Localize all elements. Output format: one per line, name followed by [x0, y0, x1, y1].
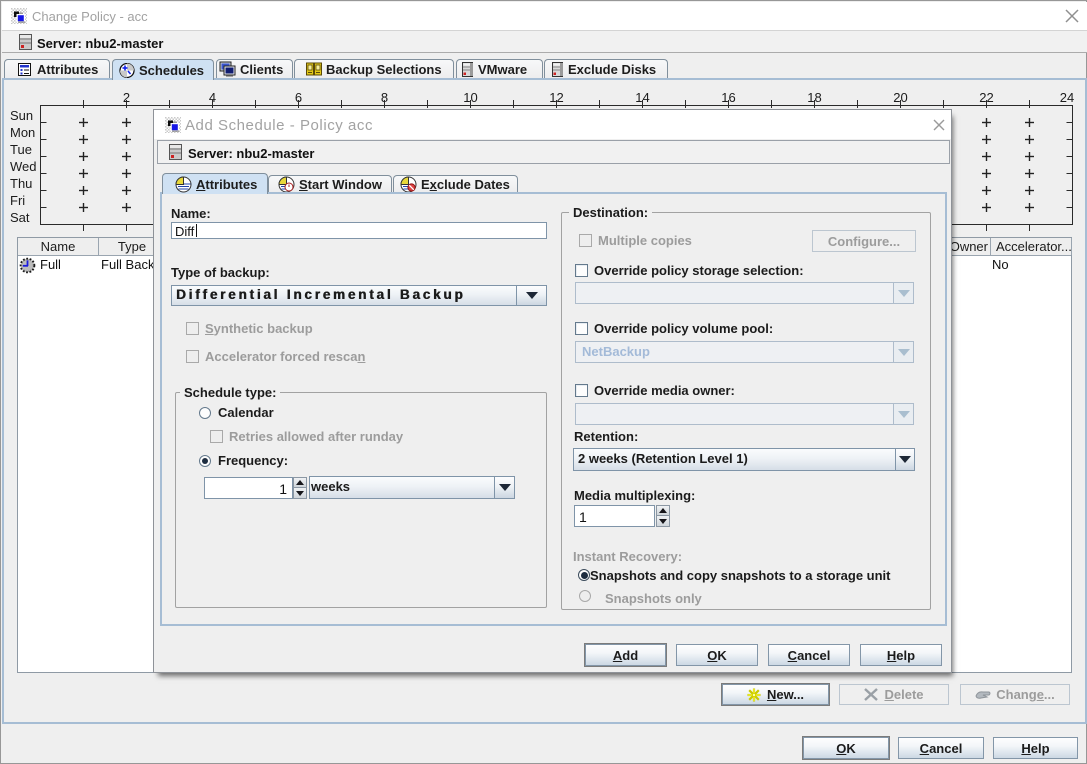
- svg-text:Fri: Fri: [10, 193, 25, 208]
- svg-text:Sun: Sun: [10, 108, 33, 123]
- svg-text:24: 24: [1060, 90, 1074, 105]
- svg-text:Mon: Mon: [10, 125, 35, 140]
- svg-text:Wed: Wed: [10, 159, 37, 174]
- svg-text:Thu: Thu: [10, 176, 32, 191]
- svg-text:Tue: Tue: [10, 142, 32, 157]
- svg-text:Sat: Sat: [10, 210, 30, 225]
